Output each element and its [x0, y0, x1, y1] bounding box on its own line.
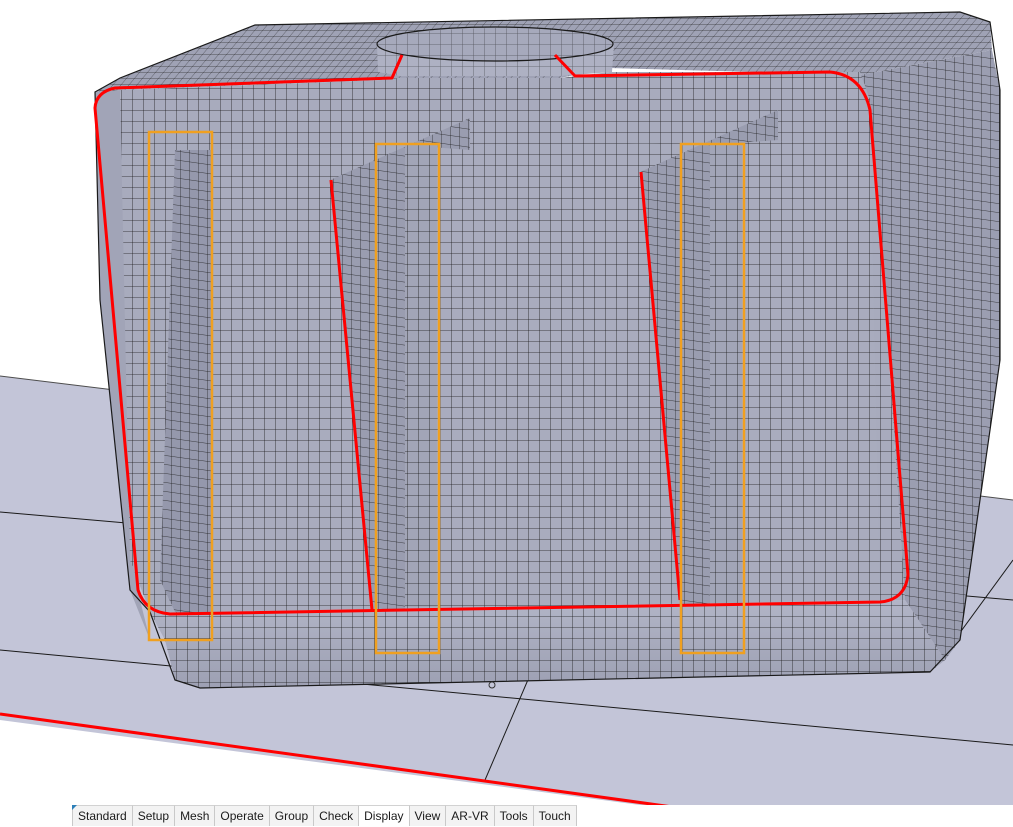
tab-group[interactable]: Group: [268, 805, 314, 826]
tab-ar-vr[interactable]: AR-VR: [445, 805, 494, 826]
ribbon-tabs: Standard Setup Mesh Operate Group Check …: [72, 805, 577, 826]
3d-viewport[interactable]: [0, 0, 1013, 805]
tab-tools[interactable]: Tools: [493, 805, 533, 826]
tab-setup[interactable]: Setup: [131, 805, 175, 826]
tab-display[interactable]: Display: [358, 805, 409, 826]
tab-mesh[interactable]: Mesh: [174, 805, 215, 826]
tab-check[interactable]: Check: [313, 805, 359, 826]
mesh-model[interactable]: [94, 11, 1001, 689]
top-boss: [376, 26, 614, 76]
tab-operate[interactable]: Operate: [214, 805, 269, 826]
tab-view[interactable]: View: [408, 805, 446, 826]
tab-standard[interactable]: Standard: [72, 805, 132, 826]
ribbon-tab-bar: Standard Setup Mesh Operate Group Check …: [0, 805, 1013, 826]
tab-touch[interactable]: Touch: [532, 805, 577, 826]
